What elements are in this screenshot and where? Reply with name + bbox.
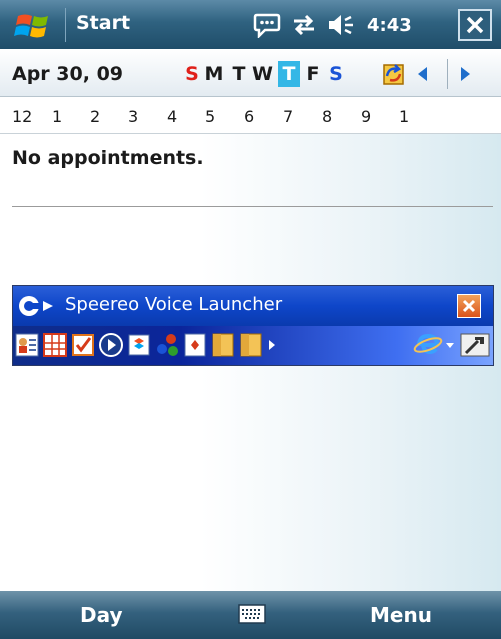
day-sunday[interactable]: S [182,61,202,87]
title-bar: Start 4:43 [0,0,501,49]
hour-label[interactable]: 2 [90,107,100,126]
close-button[interactable] [458,9,492,41]
hour-label[interactable]: 12 [12,107,32,126]
hour-label[interactable]: 3 [128,107,138,126]
launcher-title-bar[interactable]: Speereo Voice Launcher [13,286,493,326]
windows-start-icon[interactable] [12,12,56,40]
calendar-icon[interactable] [43,332,67,358]
hour-label[interactable]: 4 [167,107,177,126]
day-tuesday[interactable]: T [229,61,249,87]
day-thursday-today[interactable]: T [278,61,300,87]
softkey-bar: Day Menu [0,591,501,639]
connectivity-icon[interactable] [291,13,317,37]
hour-label[interactable]: 1 [52,107,62,126]
clock[interactable]: 4:43 [367,15,412,36]
contacts-icon[interactable] [15,332,39,358]
media-player-icon[interactable] [99,332,123,358]
start-menu-button[interactable]: Start [76,12,130,34]
launcher-close-button[interactable] [457,294,481,318]
next-week-icon[interactable] [461,67,470,81]
tasks-icon[interactable] [71,332,95,358]
speereo-logo-icon [17,292,61,324]
close-icon [466,16,484,34]
hour-label[interactable]: 5 [205,107,215,126]
day-wednesday[interactable]: W [252,61,273,87]
go-to-today-icon[interactable] [381,62,407,90]
menu-softkey[interactable]: Menu [370,603,432,627]
no-appointments-message: No appointments. [12,147,204,169]
hour-label[interactable]: 6 [244,107,254,126]
internet-explorer-icon[interactable] [413,332,443,358]
hour-label[interactable]: 9 [361,107,371,126]
keyboard-icon[interactable] [238,603,266,629]
folder-icon[interactable] [211,332,235,358]
day-monday[interactable]: M [204,61,224,87]
solitaire-icon[interactable] [183,332,207,358]
day-softkey[interactable]: Day [80,603,123,627]
launcher-title: Speereo Voice Launcher [65,294,283,315]
calendar-week-bar: Apr 30, 09 S M T W T F S [0,49,501,97]
notification-icon[interactable] [253,12,281,38]
folder-icon[interactable] [239,332,263,358]
nav-divider [447,59,448,89]
close-icon [462,299,476,313]
hour-label[interactable]: 8 [322,107,332,126]
previous-week-icon[interactable] [418,67,427,81]
day-saturday[interactable]: S [326,61,346,87]
volume-icon[interactable] [327,13,355,37]
hour-label[interactable]: 1 [399,107,409,126]
settings-icon[interactable] [460,332,490,358]
more-arrow-icon[interactable] [265,332,279,358]
current-date[interactable]: Apr 30, 09 [12,63,123,85]
messaging-icon[interactable] [127,332,151,358]
speereo-launcher-window[interactable]: Speereo Voice Launcher [12,285,494,366]
status-icons: 4:43 [253,10,412,40]
day-friday[interactable]: F [303,61,323,87]
hour-label[interactable]: 7 [283,107,293,126]
hours-row: 12 1 2 3 4 5 6 7 8 9 1 [0,97,501,134]
launcher-toolbar [13,326,493,365]
appointment-divider [12,206,493,207]
dropdown-arrow-icon[interactable] [445,332,455,358]
games-icon[interactable] [155,332,179,358]
title-divider [65,8,66,42]
